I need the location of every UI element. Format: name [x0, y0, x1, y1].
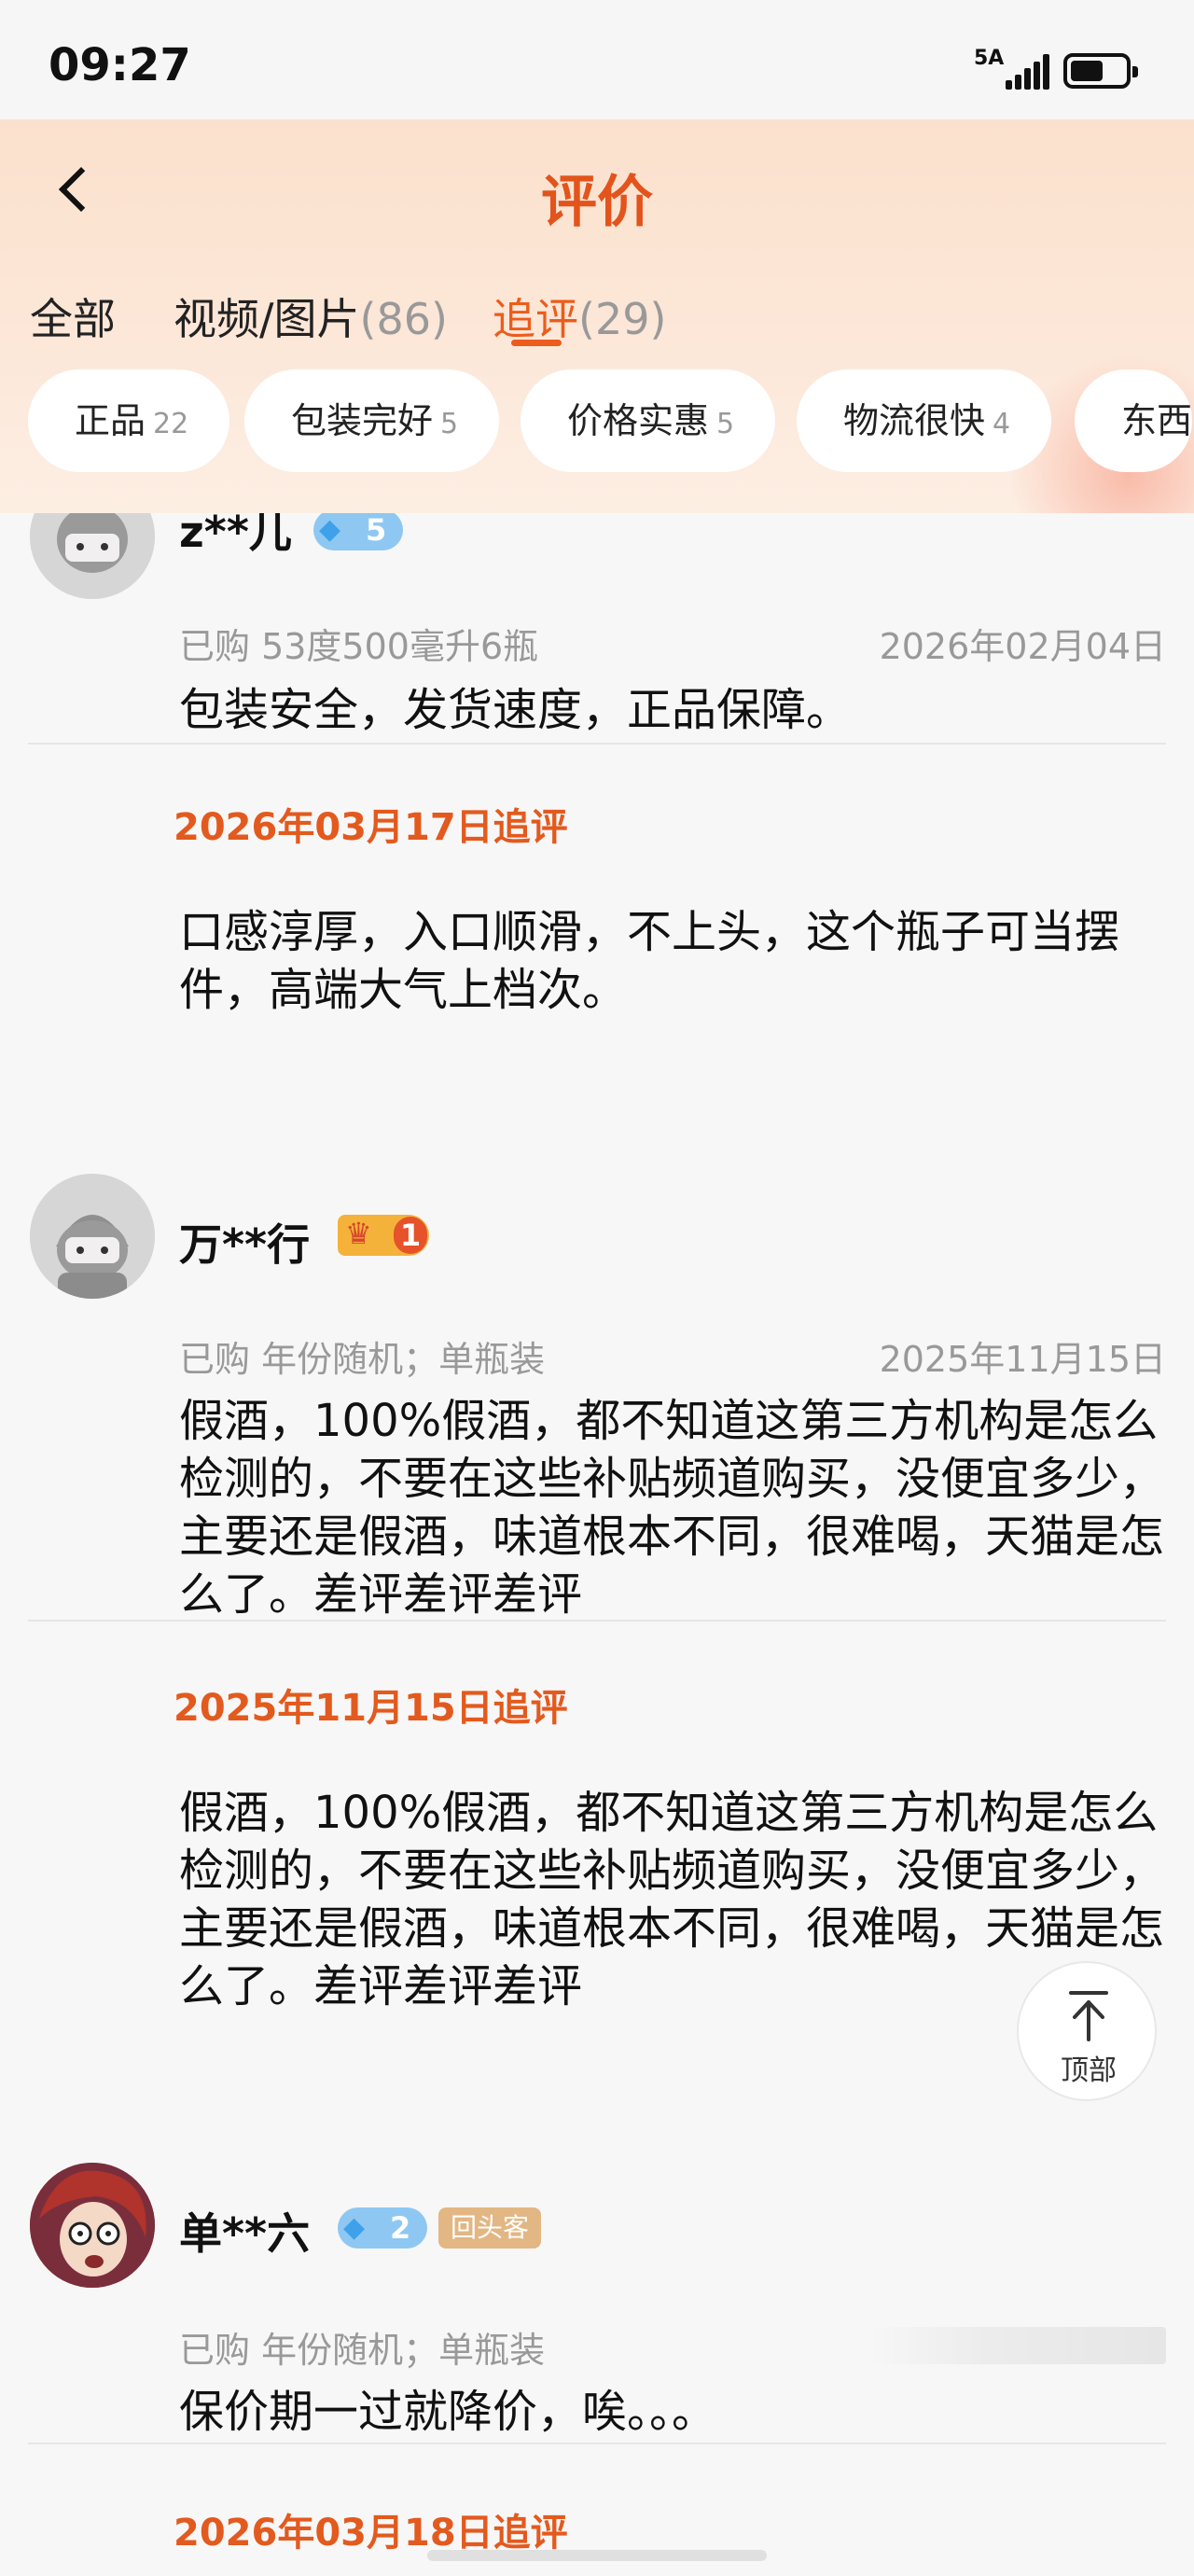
tab-media[interactable]: 视频/图片(86): [174, 285, 448, 347]
arrow-up-icon: [1069, 1991, 1108, 2041]
review-date: 2025年11月15日: [879, 1339, 1166, 1380]
review-text: 包装安全，发货速度，正品保障。: [179, 684, 852, 736]
status-bar: 09:27 5A: [0, 0, 1194, 119]
back-to-top-button[interactable]: 顶部: [1017, 1961, 1157, 2101]
review-text: 保价期一过就降价，唉。。。: [179, 2386, 717, 2438]
network-type: 5A: [974, 47, 1005, 70]
review-item: 万**行 ♛ 1 已购 年份随机；单瓶装 2025年11月15日 假酒，100%…: [0, 1166, 1194, 2025]
username: 万**行: [179, 1219, 311, 1270]
member-level-badge: ◆ 2: [338, 2207, 427, 2249]
active-tab-indicator: [511, 340, 562, 346]
purchase-info: 已购 年份随机；单瓶装: [179, 1339, 546, 1380]
signal-icon: [1006, 54, 1052, 90]
review-header: 评价 全部 视频/图片(86) 追评(29) 正品 22 包装完好 5 价格实惠 5 …: [0, 119, 1194, 513]
diamond-icon: ◆: [343, 2211, 366, 2244]
followup-text: 假酒，100%假酒，都不知道这第三方机构是怎么检测的，不要在这些补贴频道购买，没…: [179, 1787, 1165, 2012]
home-indicator[interactable]: [427, 2550, 767, 2561]
followup-text: 口感淳厚，入口顺滑，不上头，这个瓶子可当摆件，高端大气上档次。: [179, 906, 1120, 1016]
purchase-info: 已购 53度500毫升6瓶: [179, 626, 539, 667]
review-item: z**儿 ◆ 5 已购 53度500毫升6瓶 2026年02月04日 包装安全，…: [0, 448, 1194, 1101]
back-to-top-label: 顶部: [1061, 2054, 1117, 2087]
status-time: 09:27: [49, 39, 191, 91]
returning-customer-tag: 回头客: [438, 2207, 541, 2249]
hidden-date-placeholder: [868, 2327, 1166, 2364]
member-level-badge: ♛ 1: [338, 1215, 429, 1256]
diamond-icon: ◆: [319, 513, 341, 546]
tab-all[interactable]: 全部: [30, 285, 116, 347]
filter-chip[interactable]: 正品 22: [28, 369, 230, 472]
review-text: 假酒，100%假酒，都不知道这第三方机构是怎么检测的，不要在这些补贴频道购买，没…: [179, 1395, 1165, 1621]
member-level-badge: ◆ 5: [313, 509, 403, 550]
divider: [28, 2443, 1166, 2444]
tab-followup[interactable]: 追评(29): [493, 285, 666, 347]
followup-date: 2026年03月18日追评: [174, 2512, 568, 2555]
filter-chip[interactable]: 包装完好 5: [244, 369, 500, 472]
followup-date: 2025年11月15日追评: [174, 1687, 568, 1730]
battery-icon: [1063, 53, 1138, 89]
filter-chip[interactable]: 东西: [1075, 369, 1193, 472]
review-date: 2026年02月04日: [879, 626, 1166, 667]
review-item: 单**六 ◆ 2 回头客 已购 年份随机；单瓶装 保价期一过就降价，唉。。。 2…: [0, 2155, 1194, 2566]
filter-chip[interactable]: 价格实惠 5: [521, 369, 776, 472]
page-title: 评价: [541, 170, 653, 235]
username: 单**六: [179, 2208, 311, 2259]
filter-chip-row: 正品 22 包装完好 5 价格实惠 5 物流很快 4 东西: [0, 369, 1194, 474]
followup-date: 2026年03月17日追评: [174, 806, 568, 849]
filter-chip[interactable]: 物流很快 4: [797, 369, 1052, 472]
purchase-info: 已购 年份随机；单瓶装: [179, 2330, 546, 2371]
crown-icon: ♛: [345, 1216, 372, 1251]
avatar[interactable]: [30, 2163, 155, 2288]
divider: [28, 743, 1166, 745]
avatar[interactable]: [30, 1174, 155, 1299]
divider: [28, 1620, 1166, 1622]
